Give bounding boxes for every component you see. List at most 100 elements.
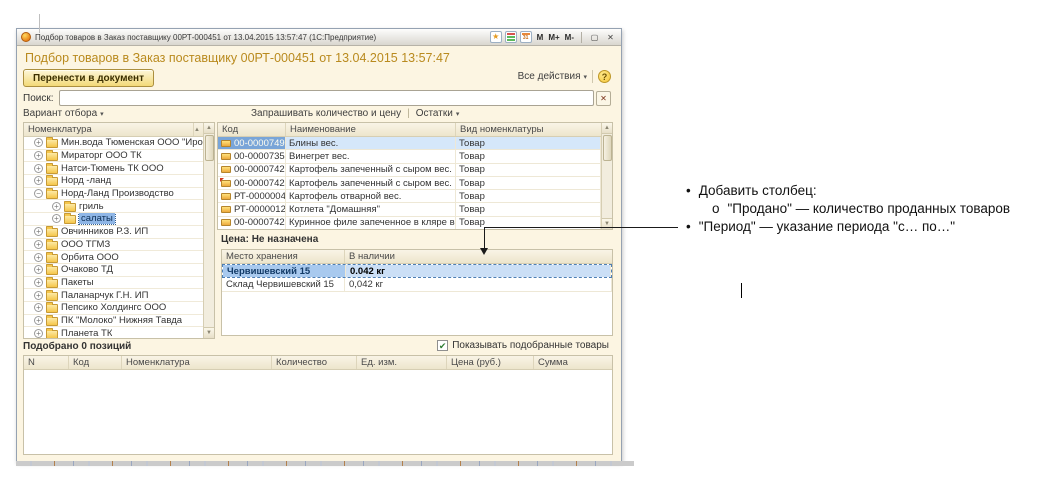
expand-icon[interactable]: +	[34, 164, 43, 173]
column-header-quantity[interactable]: Количество	[272, 356, 357, 369]
product-row[interactable]: 00-00007493Блины вес.Товар	[218, 137, 601, 150]
transfer-to-document-button[interactable]: Перенести в документ	[23, 69, 154, 87]
column-header-nomenclature[interactable]: Номенклатура	[122, 356, 272, 369]
nomenclature-tree: Номенклатура ▲ +Мин.вода Тюменская ООО "…	[23, 122, 215, 339]
scroll-up-icon[interactable]: ▲	[602, 123, 612, 134]
tree-item[interactable]: +Орбита ООО	[24, 251, 203, 264]
expand-icon[interactable]: +	[34, 138, 43, 147]
calendar-31-icon[interactable]: 31	[520, 31, 532, 43]
show-selected-checkbox-group[interactable]: ✔ Показывать подобранные товары	[437, 340, 609, 351]
column-header-type[interactable]: Вид номенклатуры	[456, 123, 601, 136]
all-actions-button[interactable]: Все действия ▾	[518, 71, 587, 82]
filter-variant-dropdown[interactable]: Вариант отбора ▾	[23, 108, 104, 119]
remains-dropdown[interactable]: Остатки ▾	[416, 108, 460, 119]
expand-icon[interactable]: +	[34, 303, 43, 312]
tree-item-label: Мираторг ООО ТК	[61, 150, 142, 161]
search-input[interactable]	[59, 90, 595, 106]
tree-item[interactable]: +ПК "Молоко" Нижняя Тавда	[24, 315, 203, 328]
expand-icon[interactable]: +	[34, 291, 43, 300]
memory-m-minus-button[interactable]: М-	[564, 33, 575, 42]
maximize-button[interactable]: ▢	[588, 31, 601, 43]
product-name: Картофель запеченный с сыром вес.	[286, 177, 456, 189]
tree-item[interactable]: +Планета ТК	[24, 327, 203, 338]
window-titlebar: Подбор товаров в Заказ поставщику 00РТ-0…	[17, 29, 621, 46]
folder-icon	[46, 304, 58, 313]
expand-icon[interactable]: +	[34, 240, 43, 249]
product-code: 00-00007427	[234, 178, 286, 189]
collapse-icon[interactable]: −	[34, 189, 43, 198]
tree-item[interactable]: +ООО ТГМЗ	[24, 239, 203, 252]
scroll-down-icon[interactable]: ▼	[204, 327, 214, 338]
expand-icon[interactable]: +	[34, 265, 43, 274]
calculator-icon[interactable]	[505, 31, 517, 43]
expand-icon[interactable]: +	[52, 202, 61, 211]
annotation-text: Добавить столбец:	[699, 183, 817, 198]
column-header-place[interactable]: Место хранения	[222, 250, 345, 263]
callout-line	[484, 227, 485, 248]
tree-item-label: Очаково ТД	[61, 264, 113, 275]
tree-item[interactable]: −Норд-Ланд Производство	[24, 188, 203, 201]
favorites-icon[interactable]: ★	[490, 31, 502, 43]
folder-icon	[46, 292, 58, 301]
column-header-unit[interactable]: Ед. изм.	[357, 356, 447, 369]
memory-m-button[interactable]: М	[536, 33, 545, 42]
column-header-price[interactable]: Цена (руб.)	[447, 356, 534, 369]
annotation-item-1: • Добавить столбец:	[686, 183, 817, 198]
product-name: Картофель запеченный с сыром вес.	[286, 164, 456, 176]
tree-item[interactable]: +Пакеты	[24, 277, 203, 290]
scroll-up-icon[interactable]: ▲	[204, 123, 214, 134]
product-row[interactable]: РТ-00000043Картофель отварной вес.Товар	[218, 190, 601, 203]
help-icon[interactable]: ?	[598, 70, 611, 83]
tree-item[interactable]: +гриль	[24, 200, 203, 213]
tree-scrollbar[interactable]: ▲ ▼	[203, 123, 214, 338]
column-header-code[interactable]: Код	[69, 356, 122, 369]
caret-down-icon: ▾	[100, 110, 104, 118]
close-button[interactable]: ✕	[604, 31, 617, 43]
column-header-n[interactable]: N	[24, 356, 69, 369]
tree-item[interactable]: +Натси-Тюмень ТК ООО	[24, 162, 203, 175]
product-code-cell: 00-00007427	[218, 177, 286, 189]
tree-column-header[interactable]: Номенклатура	[24, 123, 194, 136]
tree-item[interactable]: +Мин.вода Тюменская ООО "Иром"	[24, 137, 203, 150]
tree-item[interactable]: +Норд -ланд	[24, 175, 203, 188]
column-header-name[interactable]: Наименование	[286, 123, 456, 136]
scrollbar-thumb[interactable]	[205, 135, 214, 161]
product-row[interactable]: РТ-00000124Котлета "Домашняя"Товар	[218, 203, 601, 216]
product-row[interactable]: 00-00007359Винегрет вес.Товар	[218, 150, 601, 163]
tree-item[interactable]: +Паланарчук Г.Н. ИП	[24, 289, 203, 302]
tree-item[interactable]: +Пепсико Холдингс ООО	[24, 302, 203, 315]
column-header-available[interactable]: В наличии	[345, 250, 612, 263]
annotation-item-2: • "Период" — указание периода "с… по…"	[686, 219, 955, 234]
tree-item[interactable]: + Очаково ТД	[24, 264, 203, 277]
expand-icon[interactable]: +	[34, 316, 43, 325]
product-name: Котлета "Домашняя"	[286, 203, 456, 215]
item-icon	[221, 206, 231, 213]
request-qty-price-link[interactable]: Запрашивать количество и цену	[251, 108, 401, 119]
memory-m-plus-button[interactable]: М+	[547, 33, 560, 42]
product-row[interactable]: 00-00007426Картофель запеченный с сыром …	[218, 164, 601, 177]
arrow-down-icon	[480, 248, 488, 255]
expand-icon[interactable]: +	[52, 214, 61, 223]
tree-item[interactable]: + Мираторг ООО ТК	[24, 150, 203, 163]
show-selected-checkbox[interactable]: ✔	[437, 340, 448, 351]
clear-search-button[interactable]: ✕	[596, 91, 611, 106]
tree-item[interactable]: +Овчинников Р.З. ИП	[24, 226, 203, 239]
scrollbar-thumb[interactable]	[603, 135, 612, 161]
expand-icon[interactable]: +	[34, 227, 43, 236]
item-flagged-icon	[221, 180, 231, 187]
product-row[interactable]: 00-00007427Картофель запеченный с сыром …	[218, 177, 601, 190]
expand-icon[interactable]: +	[34, 278, 43, 287]
tree-item[interactable]: +салаты	[24, 213, 203, 226]
stock-quantity: 0,042 кг	[345, 278, 612, 291]
window-title: Подбор товаров в Заказ поставщику 00РТ-0…	[35, 33, 486, 42]
stock-row[interactable]: Червишевский 150.042 кг	[222, 264, 612, 278]
column-header-code[interactable]: Код	[218, 123, 286, 136]
expand-icon[interactable]: +	[34, 151, 43, 160]
products-scrollbar[interactable]: ▲ ▼	[601, 123, 612, 229]
expand-icon[interactable]: +	[34, 253, 43, 262]
expand-icon[interactable]: +	[34, 329, 43, 338]
column-header-sum[interactable]: Сумма	[534, 356, 612, 369]
stock-row[interactable]: Склад Червишевский 150,042 кг	[222, 278, 612, 292]
product-code-cell: 00-00007493	[218, 137, 286, 149]
expand-icon[interactable]: +	[34, 176, 43, 185]
